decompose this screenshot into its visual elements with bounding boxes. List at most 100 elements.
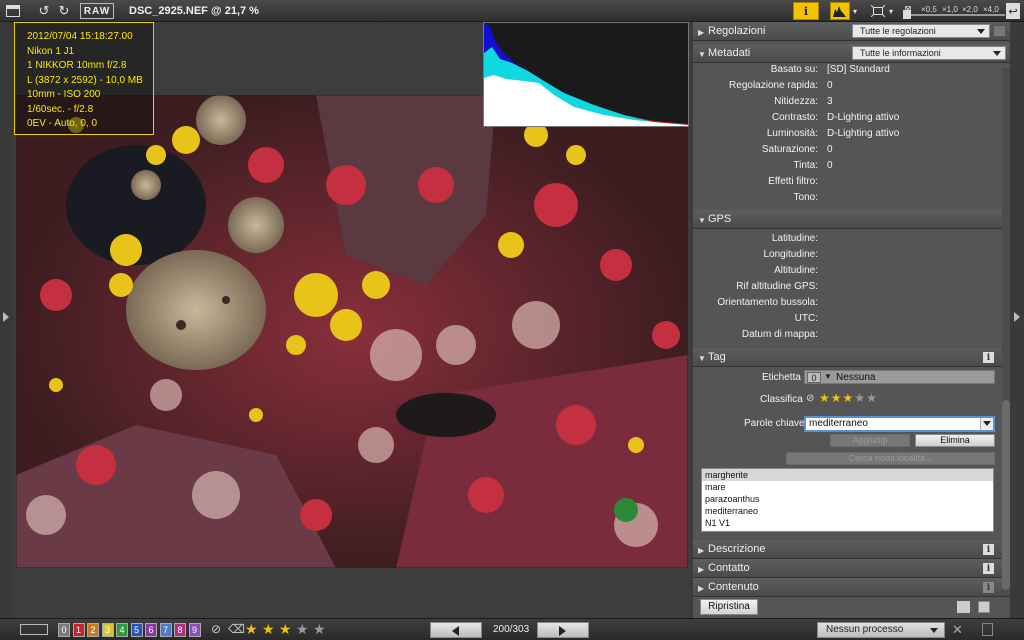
list-item[interactable]: mediterraneo xyxy=(702,505,993,517)
rotate-right-icon[interactable]: ↻ xyxy=(56,3,72,19)
reject-icon[interactable]: ⊘ xyxy=(806,393,814,404)
meta-row: UTC: xyxy=(693,311,1010,327)
metadati-dropdown[interactable]: Tutte le informazioni xyxy=(852,46,1006,60)
list-item[interactable]: N1 V1 xyxy=(702,517,993,529)
zoom-slider[interactable] xyxy=(905,14,1005,16)
expand-triangle-icon[interactable]: ▶ xyxy=(698,28,704,37)
list-item[interactable]: parazoanthus xyxy=(702,493,993,505)
rating-star[interactable]: ★ xyxy=(313,621,326,638)
list-item[interactable]: mare xyxy=(702,481,993,493)
zoom-label-1-0[interactable]: ×1,0 xyxy=(942,5,958,14)
photo-preview[interactable] xyxy=(16,95,688,568)
keyword-list[interactable]: margherite mare parazoanthus mediterrane… xyxy=(701,468,994,532)
close-icon[interactable]: ✕ xyxy=(952,622,963,638)
info-icon[interactable]: i xyxy=(983,582,994,593)
meta-row: Contrasto: D-Lighting attivo xyxy=(693,110,1010,126)
meta-label: Latitudine: xyxy=(771,233,818,244)
keyword-input[interactable]: mediterraneo xyxy=(804,416,995,432)
info-icon[interactable]: i xyxy=(983,563,994,574)
rating-star[interactable]: ★ xyxy=(854,391,865,405)
color-label-7[interactable]: 7 xyxy=(159,623,172,637)
histogram-icon[interactable] xyxy=(830,2,850,20)
ripristina-button[interactable]: Ripristina xyxy=(700,599,758,615)
rating-stars[interactable]: ★★★★★ xyxy=(819,391,878,405)
expand-triangle-icon[interactable]: ▶ xyxy=(698,584,704,593)
save-icon[interactable] xyxy=(978,601,990,613)
color-label-2[interactable]: 2 xyxy=(87,623,99,637)
rotate-left-icon[interactable]: ↺ xyxy=(36,3,52,19)
regolazioni-dropdown[interactable]: Tutte le regolazioni xyxy=(852,24,990,38)
info-icon[interactable]: i xyxy=(983,352,994,363)
color-label-6[interactable]: 6 xyxy=(145,623,157,637)
left-panel-strip[interactable] xyxy=(0,22,14,618)
previous-image-button[interactable] xyxy=(430,622,482,638)
next-image-button[interactable] xyxy=(537,622,589,638)
section-contatto[interactable]: ▶ Contatto i xyxy=(693,559,1010,578)
rating-star[interactable]: ★ xyxy=(262,621,275,638)
trash-icon[interactable] xyxy=(982,623,993,636)
fit-dropdown-icon[interactable]: ▾ xyxy=(887,3,895,19)
section-regolazioni[interactable]: ▶ Regolazioni Tutte le regolazioni xyxy=(693,22,1010,41)
info-icon[interactable]: i xyxy=(983,544,994,555)
elimina-button[interactable]: Elimina xyxy=(915,434,995,447)
section-metadati[interactable]: ▼ Metadati Tutte le informazioni xyxy=(693,44,1010,63)
histogram-dropdown-icon[interactable]: ▾ xyxy=(851,3,859,19)
aggiungi-button[interactable]: Aggiungi xyxy=(830,434,910,447)
section-descrizione[interactable]: ▶ Descrizione i xyxy=(693,540,1010,559)
list-item[interactable]: margherite xyxy=(702,469,993,481)
section-gps[interactable]: ▼ GPS xyxy=(693,210,1010,229)
section-contenuto[interactable]: ▶ Contenuto i xyxy=(693,578,1010,597)
collapse-triangle-icon[interactable]: ▼ xyxy=(698,354,706,363)
rating-star[interactable]: ★ xyxy=(296,621,309,638)
reject-icon[interactable]: ⊘ xyxy=(211,622,221,636)
collapse-triangle-icon[interactable]: ▼ xyxy=(698,50,706,59)
rating-star[interactable]: ★ xyxy=(831,391,842,405)
raw-button[interactable]: RAW xyxy=(80,3,114,19)
color-label-1[interactable]: 1 xyxy=(72,623,85,637)
rating-star[interactable]: ★ xyxy=(245,621,258,638)
fit-screen-icon[interactable] xyxy=(869,3,887,19)
section-title: Regolazioni xyxy=(708,25,766,37)
top-toolbar: ↺ ↻ RAW DSC_2925.NEF @ 21,7 % i ▾ ▾ ⊠ ×0… xyxy=(0,0,1024,22)
overlay-focal-iso: 10mm - ISO 200 xyxy=(27,89,101,100)
rating-star[interactable]: ★ xyxy=(279,621,292,638)
overlay-size: L (3872 x 2592) - 10,0 MB xyxy=(27,74,143,86)
zoom-label-2-0[interactable]: ×2,0 xyxy=(962,5,978,14)
collapse-triangle-icon[interactable]: ▼ xyxy=(698,216,706,225)
section-tag[interactable]: ▼ Tag i xyxy=(693,348,1010,367)
zoom-label-0-5[interactable]: ×0,5 xyxy=(921,5,937,14)
clear-rating-icon[interactable]: ⌫ xyxy=(228,622,245,636)
panel-scrollbar-thumb[interactable] xyxy=(1002,400,1010,590)
expand-right-icon[interactable] xyxy=(1014,312,1020,322)
overlay-date: 2012/07/04 15:18:27.00 xyxy=(27,31,133,42)
right-panel-strip[interactable] xyxy=(1010,22,1024,618)
expand-triangle-icon[interactable]: ▶ xyxy=(698,546,704,555)
color-label-8[interactable]: 8 xyxy=(174,623,186,637)
keyword-dropdown-button[interactable] xyxy=(980,418,993,430)
expand-left-icon[interactable] xyxy=(3,312,9,322)
color-label-4[interactable]: 4 xyxy=(116,623,128,637)
zoom-label-4-0[interactable]: ×4,0 xyxy=(983,5,999,14)
expand-triangle-icon[interactable]: ▶ xyxy=(698,565,704,574)
label-selector[interactable]: 0 ▼ Nessuna xyxy=(804,370,995,384)
color-label-9[interactable]: 9 xyxy=(188,623,201,637)
undo-icon[interactable]: ↩ xyxy=(1006,3,1020,19)
copy-adjustments-icon[interactable] xyxy=(993,25,1006,37)
rating-star[interactable]: ★ xyxy=(866,391,877,405)
panel-toggle-icon[interactable] xyxy=(4,3,22,19)
rating-star[interactable]: ★ xyxy=(843,391,854,405)
edit-metadata-icon[interactable] xyxy=(957,601,970,613)
rating-star[interactable]: ★ xyxy=(819,391,830,405)
meta-value: D-Lighting attivo xyxy=(827,112,900,123)
filmstrip-icon[interactable] xyxy=(20,624,48,635)
search-location-button[interactable]: Cerca nomi località... xyxy=(786,452,995,465)
color-label-0[interactable]: 0 xyxy=(58,623,70,637)
color-label-3[interactable]: 3 xyxy=(101,623,114,637)
process-dropdown[interactable]: Nessun processo xyxy=(817,622,945,638)
meta-label: Tono: xyxy=(793,192,818,203)
meta-label: Longitudine: xyxy=(763,249,819,260)
section-title: Descrizione xyxy=(708,543,766,555)
info-icon[interactable]: i xyxy=(793,2,819,20)
zoom-slider-knob[interactable] xyxy=(903,10,911,19)
color-label-5[interactable]: 5 xyxy=(130,623,143,637)
